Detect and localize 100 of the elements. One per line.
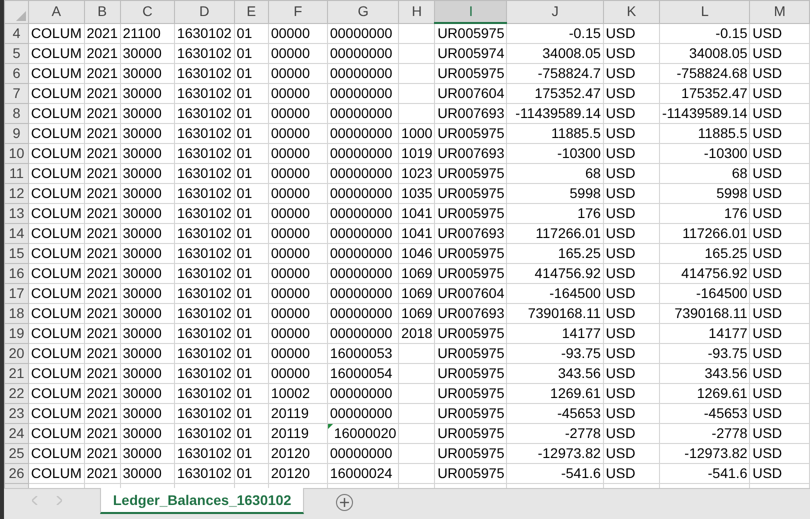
- table-cell: UR007693: [437, 145, 504, 161]
- column-header[interactable]: E: [234, 0, 268, 23]
- row-header[interactable]: 24: [4, 423, 29, 443]
- row-header[interactable]: 21: [4, 363, 29, 383]
- table-cell: USD: [752, 205, 782, 221]
- table-cell: 30000: [122, 105, 162, 121]
- table-cell: 2021: [86, 65, 118, 81]
- table-cell: 2021: [86, 205, 118, 221]
- row-header[interactable]: 11: [4, 163, 29, 183]
- row-header[interactable]: 5: [4, 43, 29, 63]
- row-header[interactable]: 15: [4, 243, 29, 263]
- row-header[interactable]: 22: [4, 383, 29, 403]
- error-indicator-icon[interactable]: [328, 424, 333, 428]
- table-cell: 1046: [401, 245, 432, 261]
- table-cell: UR005974: [437, 45, 504, 61]
- table-cell: 00000000: [330, 225, 392, 241]
- scroll-left-icon[interactable]: [32, 496, 38, 504]
- table-cell: 30000: [122, 245, 162, 261]
- row-header[interactable]: 6: [4, 63, 29, 83]
- add-sheet-icon[interactable]: [336, 494, 354, 511]
- table-cell: COLUM: [31, 465, 82, 481]
- column-header[interactable]: B: [84, 0, 120, 23]
- column-header[interactable]: H: [398, 0, 435, 23]
- row-header[interactable]: 25: [4, 443, 29, 463]
- sheet-tab[interactable]: Ledger_Balances_1630102: [100, 488, 304, 514]
- table-cell: USD: [606, 125, 636, 141]
- scroll-right-icon[interactable]: [56, 496, 62, 504]
- row-header[interactable]: 8: [4, 103, 29, 123]
- table-cell: 1035: [401, 185, 432, 201]
- table-cell: USD: [606, 185, 636, 201]
- table-cell: -2778: [564, 425, 601, 441]
- row-header[interactable]: 13: [4, 203, 29, 223]
- row-header[interactable]: 16: [4, 263, 29, 283]
- column-header[interactable]: M: [750, 0, 810, 23]
- table-cell: 00000000: [330, 145, 392, 161]
- row-header[interactable]: 18: [4, 303, 29, 323]
- row-header[interactable]: 17: [4, 283, 29, 303]
- row-header[interactable]: 9: [4, 123, 29, 143]
- table-cell: 1630102: [177, 245, 232, 261]
- table-cell: 01: [236, 305, 252, 321]
- table-cell: USD: [752, 225, 782, 241]
- row-header[interactable]: 19: [4, 323, 29, 343]
- table-cell: USD: [752, 385, 782, 401]
- table-cell: COLUM: [31, 445, 82, 461]
- column-header[interactable]: L: [660, 0, 750, 23]
- table-cell: -11439589.14: [662, 105, 748, 121]
- table-cell: USD: [752, 345, 782, 361]
- column-header[interactable]: D: [174, 0, 234, 23]
- table-cell: 14177: [708, 325, 748, 341]
- table-cell: 00000000: [330, 45, 392, 61]
- table-cell: USD: [752, 85, 782, 101]
- row-header[interactable]: 12: [4, 183, 29, 203]
- table-cell: USD: [752, 145, 782, 161]
- table-cell: 1630102: [177, 65, 232, 81]
- row-header[interactable]: 26: [4, 463, 29, 483]
- table-cell: 34008.05: [689, 45, 748, 61]
- table-cell: 30000: [122, 345, 162, 361]
- corner-triangle-icon: [16, 10, 26, 20]
- table-cell: 00000: [270, 185, 310, 201]
- column-header[interactable]: C: [120, 0, 175, 23]
- column-header[interactable]: A: [28, 0, 84, 23]
- table-cell: USD: [606, 425, 636, 441]
- table-cell: 414756.92: [534, 265, 601, 281]
- table-cell: 176: [724, 205, 748, 221]
- table-cell: UR005975: [437, 365, 504, 381]
- table-cell: 30000: [122, 305, 162, 321]
- table-cell: USD: [752, 425, 782, 441]
- table-cell: UR005975: [437, 445, 504, 461]
- row-header[interactable]: 10: [4, 143, 29, 163]
- column-header[interactable]: K: [603, 0, 660, 23]
- column-header[interactable]: J: [506, 0, 604, 23]
- table-cell: 165.25: [704, 245, 748, 261]
- table-cell: 117266.01: [682, 225, 748, 241]
- table-cell: 16000054: [330, 365, 392, 381]
- table-cell: -758824.68: [676, 65, 748, 81]
- table-cell: -93.75: [561, 345, 601, 361]
- table-cell: 1630102: [177, 265, 232, 281]
- row-header[interactable]: 23: [4, 403, 29, 423]
- table-cell: USD: [606, 65, 636, 81]
- row-header[interactable]: 7: [4, 83, 29, 103]
- table-cell: 1041: [401, 225, 432, 241]
- row-header[interactable]: 20: [4, 343, 29, 363]
- column-header[interactable]: F: [268, 0, 328, 23]
- table-cell: COLUM: [31, 385, 82, 401]
- table-cell: USD: [606, 465, 636, 481]
- table-cell: 00000: [270, 245, 310, 261]
- row-header[interactable]: 14: [4, 223, 29, 243]
- table-cell: 2021: [86, 265, 118, 281]
- table-cell: 00000000: [330, 85, 392, 101]
- table-cell: USD: [606, 45, 636, 61]
- table-cell: COLUM: [31, 105, 82, 121]
- select-all-corner[interactable]: [4, 0, 29, 23]
- column-header[interactable]: I: [434, 0, 507, 23]
- table-cell: 00000000: [330, 105, 392, 121]
- table-cell: 1269.61: [550, 385, 601, 401]
- table-cell: USD: [752, 25, 782, 41]
- row-header[interactable]: 4: [4, 23, 29, 43]
- table-cell: -12973.82: [684, 445, 748, 461]
- table-cell: USD: [606, 105, 636, 121]
- column-header[interactable]: G: [327, 0, 399, 23]
